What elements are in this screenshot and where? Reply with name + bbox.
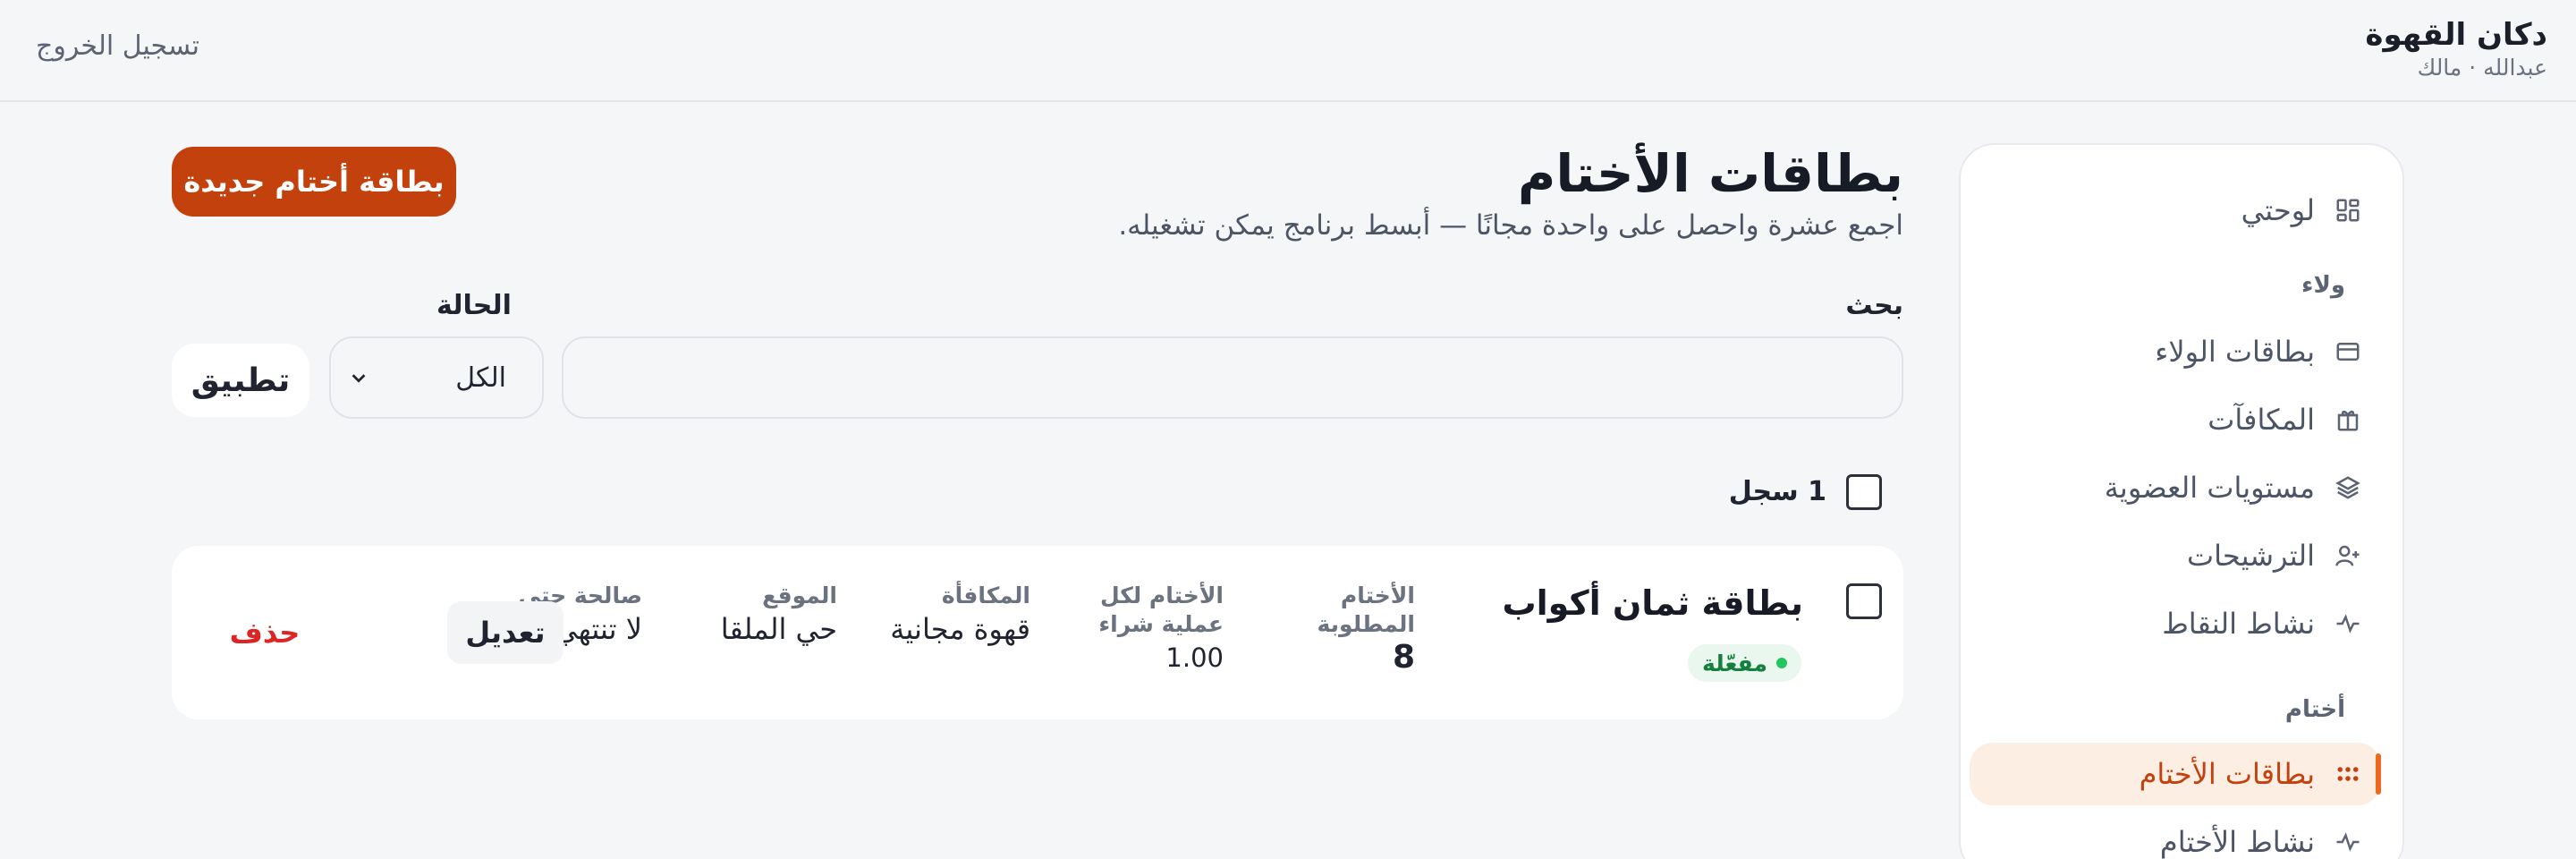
pulse-icon (2336, 832, 2360, 852)
sidebar-item-label: بطاقات الأختام (2139, 757, 2315, 791)
sidebar-item-label: المكافآت (2207, 403, 2315, 437)
sidebar-item-points-activity[interactable]: نشاط النقاط (1970, 592, 2381, 655)
stamp-card-row: بطاقة ثمان أكواب مفعّلة الأختام المطلوبة… (172, 546, 1903, 719)
sidebar-group-stamps: أختام (2284, 696, 2345, 723)
search-input[interactable] (562, 336, 1903, 419)
status-label: الحالة (436, 290, 512, 321)
apply-button[interactable]: تطبيق (172, 344, 309, 417)
location-value: حي الملقا (720, 612, 837, 646)
sidebar-item-stamp-cards[interactable]: بطاقات الأختام (1970, 743, 2381, 805)
sidebar-item-label: بطاقات الولاء (2155, 335, 2315, 369)
page-subtitle: اجمع عشرة واحصل على واحدة مجانًا — أبسط … (1118, 209, 1903, 242)
user-line: عبدالله · مالك (2417, 55, 2547, 81)
reward-cell: المكافأة قهوة مجانية (890, 582, 1030, 648)
sidebar: لوحتي ولاء بطاقات الولاء المكافآت مستويا… (1959, 143, 2404, 859)
sidebar-item-dashboard[interactable]: لوحتي (1970, 179, 2381, 242)
top-bar: دكان القهوة عبدالله · مالك تسجيل الخروج (0, 0, 2576, 102)
status-select-value: الكل (455, 361, 506, 394)
dashboard-icon (2336, 199, 2360, 222)
sidebar-item-label: لوحتي (2241, 193, 2315, 227)
status-dot (1776, 658, 1787, 668)
sidebar-item-label: نشاط النقاط (2162, 607, 2315, 641)
stamps-grid-icon (2337, 767, 2359, 781)
required-stamps-cell: الأختام المطلوبة 8 (1317, 582, 1416, 676)
stamps-per-purchase-value: 1.00 (1165, 642, 1224, 673)
logout-button[interactable]: تسجيل الخروج (36, 30, 199, 62)
status-text: مفعّلة (1702, 650, 1767, 676)
sidebar-item-label: الترشيحات (2187, 539, 2315, 573)
sidebar-group-loyalty: ولاء (2301, 272, 2345, 299)
card-icon (2336, 343, 2360, 361)
delete-button[interactable]: حذف (220, 601, 309, 664)
sidebar-item-rewards[interactable]: المكافآت (1970, 388, 2381, 451)
sidebar-item-tiers[interactable]: مستويات العضوية (1970, 456, 2381, 519)
page-title: بطاقات الأختام (1517, 143, 1903, 204)
required-stamps-value: 8 (1392, 639, 1415, 676)
chevron-down-icon (352, 374, 366, 383)
pulse-icon (2336, 614, 2360, 634)
reward-value: قهوة مجانية (890, 612, 1030, 646)
sidebar-item-stamp-activity[interactable]: نشاط الأختام (1970, 811, 2381, 859)
record-count: 1 سجل (1728, 476, 1826, 507)
sidebar-item-label: مستويات العضوية (2104, 471, 2315, 505)
gift-icon (2337, 411, 2359, 431)
location-cell: الموقع حي الملقا (721, 582, 837, 648)
user-plus-icon (2335, 545, 2360, 566)
brand-name: دكان القهوة (2365, 17, 2547, 53)
row-checkbox[interactable] (1846, 583, 1882, 619)
reward-header: المكافأة (941, 583, 1030, 608)
status-badge: مفعّلة (1688, 644, 1801, 682)
edit-button[interactable]: تعديل (447, 601, 564, 664)
select-all-checkbox[interactable] (1846, 474, 1882, 510)
status-select[interactable]: الكل (329, 336, 544, 419)
brand: دكان القهوة عبدالله · مالك (2365, 16, 2547, 82)
sidebar-item-label: نشاط الأختام (2159, 825, 2315, 859)
required-stamps-header: الأختام المطلوبة (1317, 583, 1416, 637)
sidebar-item-referrals[interactable]: الترشيحات (1970, 524, 2381, 587)
search-label: بحث (1845, 290, 1903, 321)
location-header: الموقع (762, 583, 837, 608)
card-name: بطاقة ثمان أكواب (1502, 583, 1803, 623)
layers-icon (2335, 476, 2360, 499)
new-stamp-card-button[interactable]: بطاقة أختام جديدة (172, 147, 456, 217)
sidebar-item-loyalty-cards[interactable]: بطاقات الولاء (1970, 320, 2381, 383)
stamps-per-purchase-header: الأختام لكل عملية شراء (1098, 583, 1224, 637)
stamps-per-purchase-cell: الأختام لكل عملية شراء 1.00 (1089, 582, 1224, 676)
